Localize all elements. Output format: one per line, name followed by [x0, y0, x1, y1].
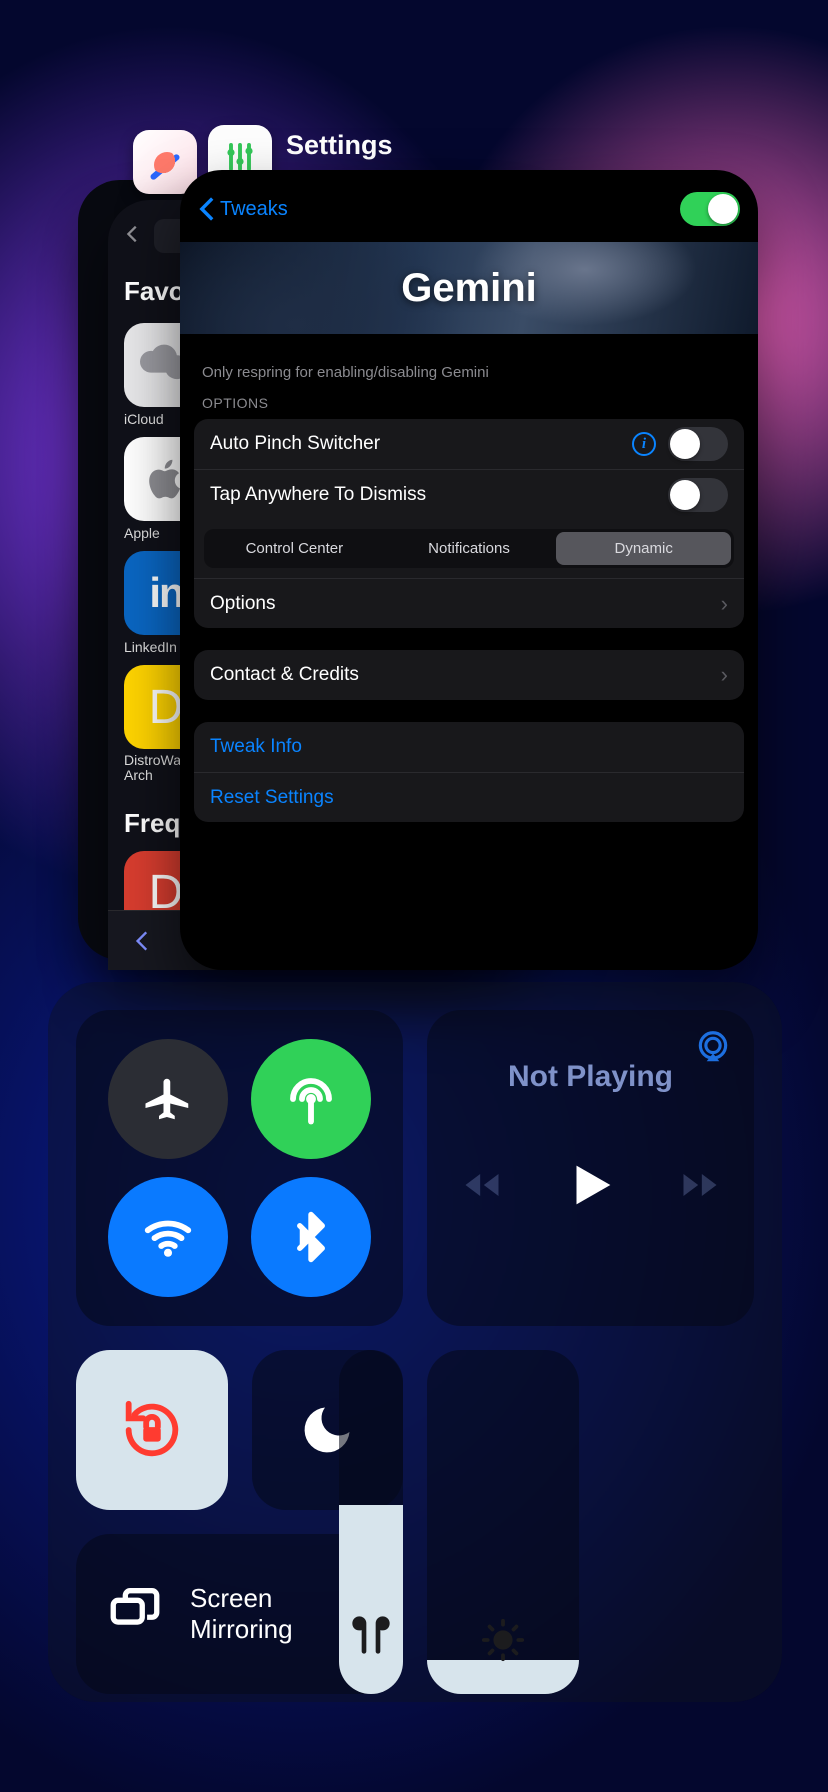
- respring-note: Only respring for enabling/disabling Gem…: [180, 334, 758, 395]
- row-label: Auto Pinch Switcher: [210, 433, 380, 455]
- info-icon[interactable]: i: [632, 432, 656, 456]
- rewind-button[interactable]: [460, 1163, 504, 1212]
- row-auto-pinch: Auto Pinch Switcher i: [194, 419, 744, 469]
- back-icon[interactable]: [130, 928, 156, 954]
- chevron-right-icon: ›: [721, 591, 728, 617]
- app-title-settings: Settings: [286, 130, 393, 161]
- control-center[interactable]: Not Playing: [48, 982, 782, 1702]
- airplay-icon[interactable]: [694, 1028, 732, 1071]
- media-panel[interactable]: Not Playing: [427, 1010, 754, 1326]
- auto-pinch-toggle[interactable]: [668, 427, 728, 461]
- banner: Gemini: [180, 242, 758, 334]
- screen-mirroring-icon: [106, 1581, 164, 1646]
- row-options[interactable]: Options ›: [194, 578, 744, 628]
- row-contact-credits[interactable]: Contact & Credits ›: [194, 650, 744, 700]
- segmented-control[interactable]: Control Center Notifications Dynamic: [204, 529, 734, 568]
- back-button[interactable]: Tweaks: [198, 196, 288, 222]
- airpods-icon: [343, 1607, 399, 1668]
- row-label: Options: [210, 593, 275, 615]
- switcher-card-front[interactable]: Tweaks Gemini Only respring for enabling…: [180, 170, 758, 970]
- play-button[interactable]: [562, 1156, 620, 1219]
- back-icon[interactable]: [122, 223, 144, 250]
- banner-title: Gemini: [401, 266, 537, 311]
- volume-slider[interactable]: [339, 1350, 403, 1694]
- row-label: Tap Anywhere To Dismiss: [210, 484, 426, 506]
- cellular-data-button[interactable]: [251, 1039, 371, 1159]
- orientation-lock-button[interactable]: [76, 1350, 228, 1510]
- row-label: Tweak Info: [210, 736, 302, 758]
- media-title: Not Playing: [508, 1060, 673, 1094]
- back-label: Tweaks: [220, 198, 288, 221]
- options-group: Auto Pinch Switcher i Tap Anywhere To Di…: [194, 419, 744, 628]
- options-header: OPTIONS: [180, 395, 758, 419]
- connectivity-panel[interactable]: [76, 1010, 403, 1326]
- segment-notifications[interactable]: Notifications: [382, 532, 557, 565]
- brightness-slider[interactable]: [427, 1350, 579, 1694]
- chevron-right-icon: ›: [721, 662, 728, 688]
- tap-dismiss-toggle[interactable]: [668, 478, 728, 512]
- row-reset-settings[interactable]: Reset Settings: [194, 772, 744, 822]
- master-toggle[interactable]: [680, 192, 740, 226]
- segment-dynamic[interactable]: Dynamic: [556, 532, 731, 565]
- wifi-button[interactable]: [108, 1177, 228, 1297]
- bluetooth-button[interactable]: [251, 1177, 371, 1297]
- row-label: Contact & Credits: [210, 664, 359, 686]
- brightness-icon: [480, 1617, 526, 1668]
- row-tap-dismiss: Tap Anywhere To Dismiss: [194, 469, 744, 519]
- row-label: Reset Settings: [210, 787, 334, 809]
- segment-control-center[interactable]: Control Center: [207, 532, 382, 565]
- screen-mirroring-label: Screen Mirroring: [190, 1583, 350, 1645]
- forward-button[interactable]: [678, 1163, 722, 1212]
- row-tweak-info[interactable]: Tweak Info: [194, 722, 744, 772]
- actions-group: Tweak Info Reset Settings: [194, 722, 744, 822]
- contact-group: Contact & Credits ›: [194, 650, 744, 700]
- airplane-mode-button[interactable]: [108, 1039, 228, 1159]
